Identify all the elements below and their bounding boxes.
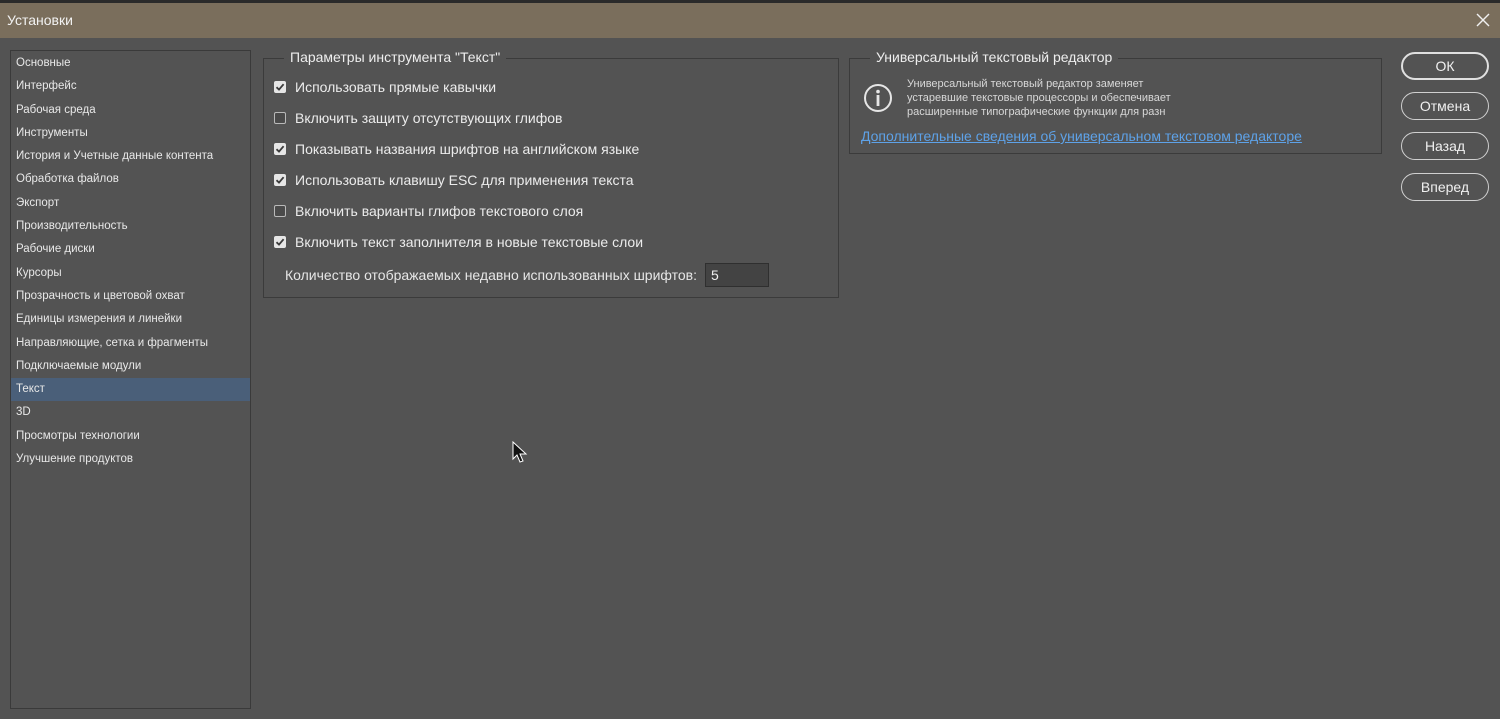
option-label: Включить защиту отсутствующих глифов bbox=[295, 110, 563, 126]
sidebar-item-general[interactable]: Основные bbox=[11, 52, 250, 75]
learn-more-link[interactable]: Дополнительные сведения об универсальном… bbox=[861, 128, 1302, 144]
window-title: Установки bbox=[7, 12, 73, 28]
option-glyph-alternates[interactable]: Включить варианты глифов текстового слоя bbox=[274, 201, 583, 221]
sidebar-item-performance[interactable]: Производительность bbox=[11, 215, 250, 238]
option-placeholder-text[interactable]: Включить текст заполнителя в новые текст… bbox=[274, 232, 643, 252]
option-label: Включить текст заполнителя в новые текст… bbox=[295, 234, 644, 250]
unified-text-engine-title: Универсальный текстовый редактор bbox=[870, 49, 1119, 65]
type-options-group: Параметры инструмента "Текст" Использова… bbox=[263, 49, 839, 298]
sidebar-item-product-improvement[interactable]: Улучшение продуктов bbox=[11, 448, 250, 471]
sidebar-item-3d[interactable]: 3D bbox=[11, 401, 250, 424]
description-line: Универсальный текстовый редактор заменяе… bbox=[907, 78, 1144, 90]
type-options-title: Параметры инструмента "Текст" bbox=[284, 49, 507, 65]
option-smart-quotes[interactable]: Использовать прямые кавычки bbox=[274, 77, 496, 97]
sidebar-item-scratch-disks[interactable]: Рабочие диски bbox=[11, 238, 250, 261]
recent-fonts-row: Количество отображаемых недавно использо… bbox=[285, 263, 769, 287]
mouse-pointer-icon bbox=[512, 440, 528, 470]
sidebar-item-tech-previews[interactable]: Просмотры технологии bbox=[11, 425, 250, 448]
sidebar-item-workspace[interactable]: Рабочая среда bbox=[11, 99, 250, 122]
preferences-nav: Основные Интерфейс Рабочая среда Инструм… bbox=[10, 50, 251, 709]
option-label: Показывать названия шрифтов на английско… bbox=[295, 141, 640, 157]
checkbox-checked-icon[interactable] bbox=[274, 81, 286, 93]
checkbox-unchecked-icon[interactable] bbox=[274, 205, 286, 217]
title-bar: Установки bbox=[0, 0, 1500, 38]
unified-text-engine-group: Универсальный текстовый редактор Универс… bbox=[849, 49, 1382, 154]
description-line: расширенные типографические функции для … bbox=[907, 106, 1166, 118]
unified-text-engine-description: Универсальный текстовый редактор заменяе… bbox=[907, 77, 1247, 119]
cancel-button[interactable]: Отмена bbox=[1401, 92, 1489, 120]
sidebar-item-type[interactable]: Текст bbox=[11, 378, 250, 402]
option-missing-glyph-protection[interactable]: Включить защиту отсутствующих глифов bbox=[274, 108, 562, 128]
option-label: Использовать прямые кавычки bbox=[295, 79, 497, 95]
sidebar-item-cursors[interactable]: Курсоры bbox=[11, 262, 250, 285]
preferences-dialog: Установки Основные Интерфейс Рабочая сре… bbox=[0, 0, 1500, 719]
sidebar-item-transparency[interactable]: Прозрачность и цветовой охват bbox=[11, 285, 250, 308]
ok-button[interactable]: ОК bbox=[1401, 52, 1489, 80]
sidebar-item-interface[interactable]: Интерфейс bbox=[11, 75, 250, 98]
sidebar-item-units[interactable]: Единицы измерения и линейки bbox=[11, 308, 250, 331]
sidebar-item-guides[interactable]: Направляющие, сетка и фрагменты bbox=[11, 332, 250, 355]
recent-fonts-label: Количество отображаемых недавно использо… bbox=[285, 267, 697, 283]
option-label: Включить варианты глифов текстового слоя bbox=[295, 203, 584, 219]
sidebar-item-plugins[interactable]: Подключаемые модули bbox=[11, 355, 250, 378]
option-esc-commit[interactable]: Использовать клавишу ESC для применения … bbox=[274, 170, 634, 190]
back-button[interactable]: Назад bbox=[1401, 132, 1489, 160]
sidebar-item-file-handling[interactable]: Обработка файлов bbox=[11, 168, 250, 191]
checkbox-checked-icon[interactable] bbox=[274, 143, 286, 155]
checkbox-unchecked-icon[interactable] bbox=[274, 112, 286, 124]
checkbox-checked-icon[interactable] bbox=[274, 174, 286, 186]
description-line: устаревшие текстовые процессоры и обеспе… bbox=[907, 92, 1171, 104]
checkbox-checked-icon[interactable] bbox=[274, 236, 286, 248]
sidebar-item-export[interactable]: Экспорт bbox=[11, 192, 250, 215]
forward-button[interactable]: Вперед bbox=[1401, 173, 1489, 201]
option-english-font-names[interactable]: Показывать названия шрифтов на английско… bbox=[274, 139, 639, 159]
sidebar-item-history[interactable]: История и Учетные данные контента bbox=[11, 145, 250, 168]
info-icon bbox=[863, 83, 893, 113]
recent-fonts-input[interactable] bbox=[705, 263, 769, 287]
close-icon[interactable] bbox=[1474, 11, 1492, 29]
option-label: Использовать клавишу ESC для применения … bbox=[295, 172, 634, 188]
sidebar-item-tools[interactable]: Инструменты bbox=[11, 122, 250, 145]
